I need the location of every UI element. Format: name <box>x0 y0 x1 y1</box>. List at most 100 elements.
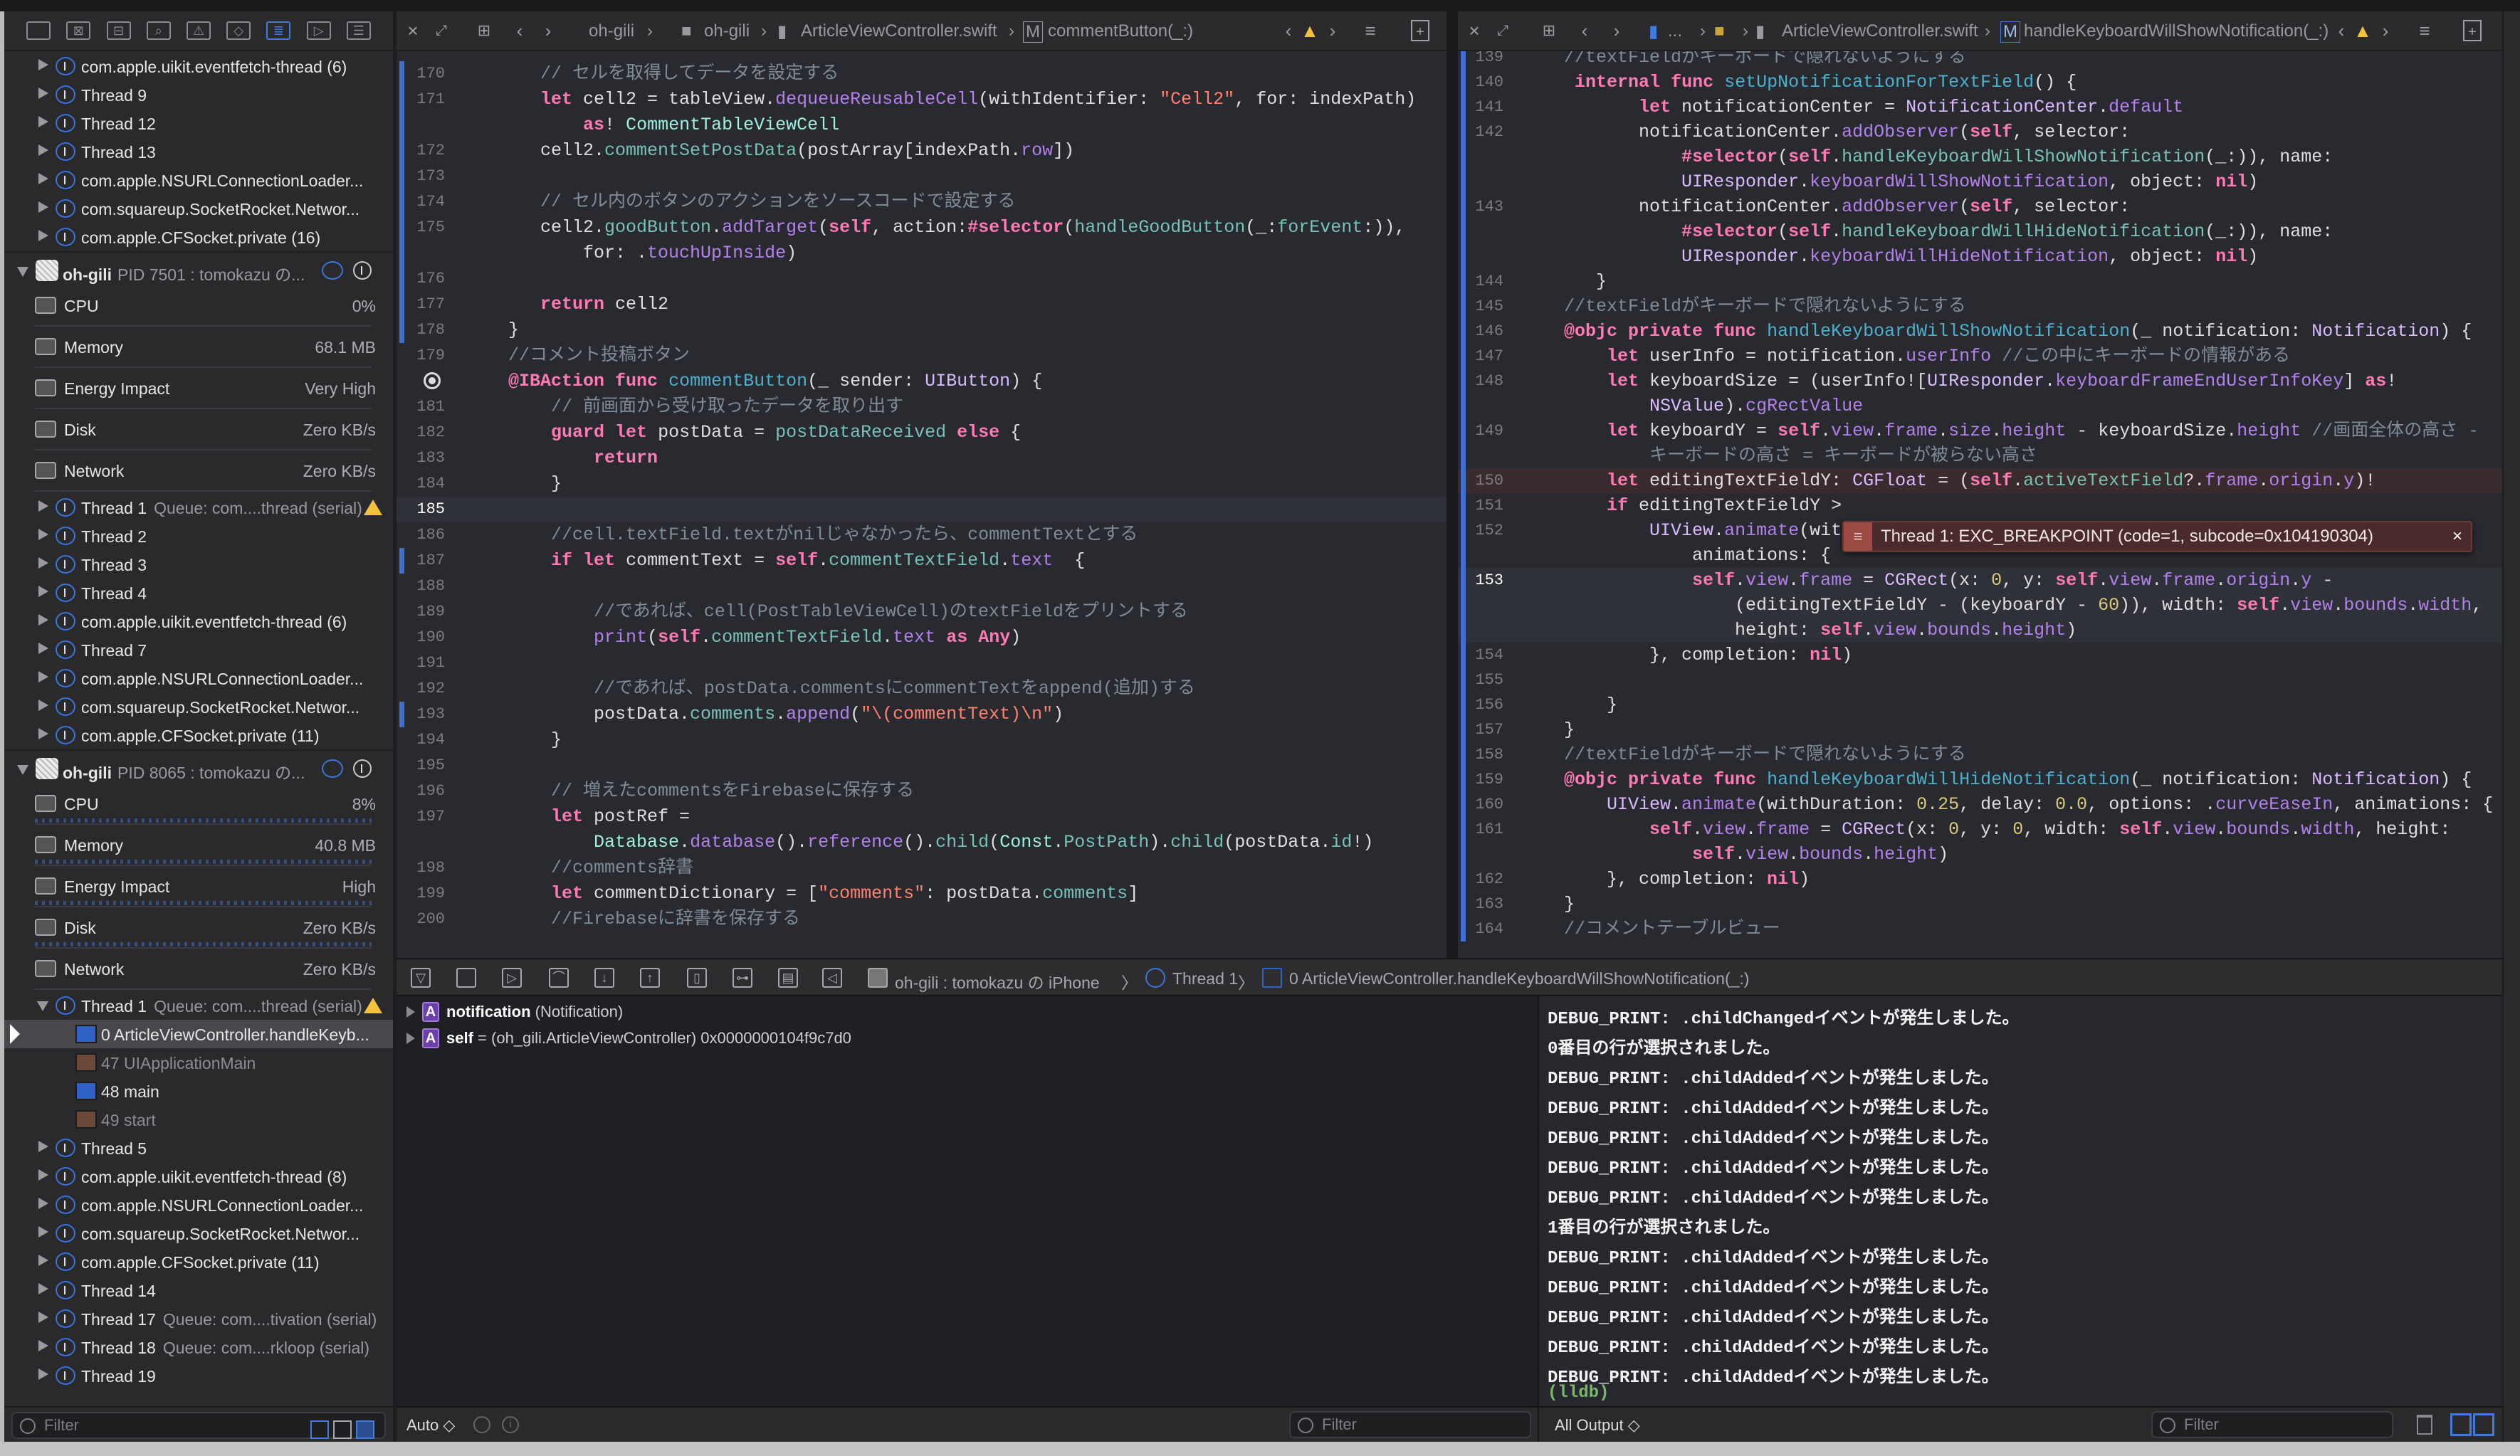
continue-icon[interactable]: ▷ <box>502 968 522 988</box>
code-line[interactable]: 195 <box>397 753 1447 779</box>
console-filter-input[interactable]: Filter <box>2151 1411 2393 1438</box>
warning-icon[interactable]: ▲ <box>1301 20 1319 41</box>
editor-options-icon[interactable]: ≡ <box>1361 20 1380 41</box>
disclosure-closed-icon[interactable] <box>38 671 48 682</box>
breadcrumb-collapsed[interactable]: ... <box>1668 21 1682 41</box>
code-line[interactable]: 171 let cell2 = tableView.dequeueReusabl… <box>397 87 1447 112</box>
code-line[interactable]: 154 }, completion: nil) <box>1458 643 2502 668</box>
disclosure-closed-icon[interactable] <box>38 614 48 626</box>
add-editor-icon[interactable]: + <box>2463 20 2482 41</box>
code-line[interactable]: キーボードの高さ = キーボードが被らない高さ <box>1458 443 2502 468</box>
pause-process-icon[interactable] <box>353 759 372 778</box>
disclosure-closed-icon[interactable] <box>38 643 48 654</box>
breakpoint-icon[interactable]: ▷ <box>306 21 331 40</box>
code-line[interactable]: 184 } <box>397 471 1447 497</box>
report-icon[interactable]: ☰ <box>346 21 371 40</box>
trash-icon[interactable] <box>2417 1415 2432 1435</box>
code-line[interactable]: self.view.bounds.height) <box>1458 842 2502 867</box>
breadcrumb-symbol[interactable]: handleKeyboardWillShowNotification(_:) <box>2024 21 2329 41</box>
code-line[interactable]: 176 <box>397 266 1447 292</box>
breakpoints-toggle-icon[interactable] <box>456 968 476 988</box>
code-line[interactable]: 160 UIView.animate(withDuration: 0.25, d… <box>1458 792 2502 817</box>
code-line[interactable]: 142 notificationCenter.addObserver(self,… <box>1458 120 2502 144</box>
back-chevron-icon[interactable]: ‹ <box>1575 20 1594 41</box>
thread-row[interactable]: Thread 4 <box>4 579 393 607</box>
disclosure-closed-icon[interactable] <box>406 1006 415 1018</box>
code-line[interactable]: height: self.view.bounds.height) <box>1458 618 2502 643</box>
output-selector[interactable]: All Output ◇ <box>1555 1416 1640 1435</box>
disclosure-closed-icon[interactable] <box>38 557 48 569</box>
breadcrumb-project[interactable]: oh-gili <box>589 21 634 41</box>
disclosure-closed-icon[interactable] <box>38 173 48 184</box>
disclosure-closed-icon[interactable] <box>38 230 48 241</box>
code-line[interactable]: 179 //コメント投稿ボタン <box>397 343 1447 369</box>
gauge-row-disk[interactable]: Disk Zero KB/s <box>4 411 393 452</box>
thread-row[interactable]: com.apple.uikit.eventfetch-thread (8) <box>4 1162 393 1191</box>
previous-issue-icon[interactable]: ‹ <box>2332 20 2351 41</box>
gauge-row-cpu[interactable]: CPU 0% <box>4 287 393 328</box>
variables-filter-input[interactable]: Filter <box>1289 1411 1531 1438</box>
code-line[interactable]: 164 //コメントテーブルビュー <box>1458 917 2502 941</box>
thread-row[interactable]: Thread 12 <box>4 109 393 137</box>
disclosure-closed-icon[interactable] <box>38 1283 48 1294</box>
code-line[interactable]: 158 //textFieldがキーボードで隠れないようにする <box>1458 742 2502 767</box>
code-line[interactable]: 141 let notificationCenter = Notificatio… <box>1458 95 2502 120</box>
warning-icon[interactable]: ▲ <box>2353 20 2372 41</box>
thread-row[interactable]: com.apple.NSURLConnectionLoader... <box>4 1191 393 1219</box>
thread-row[interactable]: Thread 2 <box>4 522 393 550</box>
disclosure-open-icon[interactable] <box>37 1001 48 1011</box>
code-line[interactable]: as! CommentTableViewCell <box>397 112 1447 138</box>
thread-row[interactable]: Thread 3 <box>4 550 393 579</box>
gauges-icon[interactable] <box>322 261 343 280</box>
disclosure-closed-icon[interactable] <box>38 1312 48 1323</box>
code-line[interactable]: 143 notificationCenter.addObserver(self,… <box>1458 194 2502 219</box>
related-items-grid-icon[interactable]: ⊞ <box>475 20 493 41</box>
code-line[interactable]: UIResponder.keyboardWillHideNotification… <box>1458 244 2502 269</box>
breadcrumb-file[interactable]: ArticleViewController.swift <box>1782 21 1978 41</box>
process-row[interactable]: oh-gili PID 8065 : tomokazu の... <box>4 749 393 785</box>
disclosure-closed-icon[interactable] <box>38 116 48 127</box>
disclosure-closed-icon[interactable] <box>406 1033 415 1044</box>
code-line[interactable]: UIResponder.keyboardWillShowNotification… <box>1458 169 2502 194</box>
view-hierarchy-icon[interactable]: ▯ <box>687 968 707 988</box>
code-line[interactable]: 156 } <box>1458 692 2502 717</box>
left-code-area[interactable]: 170 // セルを取得してデータを設定する 171 let cell2 = ta… <box>397 51 1447 958</box>
code-line[interactable]: 197 let postRef = <box>397 804 1447 830</box>
code-line[interactable]: 177 return cell2 <box>397 292 1447 317</box>
code-line[interactable]: 181 // 前画面から受け取ったデータを取り出す <box>397 394 1447 420</box>
breadcrumb-group[interactable]: oh-gili <box>704 21 750 41</box>
stack-frame-row[interactable]: 0 ArticleViewController.handleKeyb... <box>4 1020 393 1048</box>
code-line[interactable]: #selector(self.handleKeyboardWillShowNot… <box>1458 144 2502 169</box>
stack-frame-row[interactable]: 49 start <box>4 1105 393 1134</box>
expand-icon[interactable]: ⤢ <box>1493 20 1512 41</box>
code-line[interactable]: 190 print(self.commentTextField.text as … <box>397 625 1447 650</box>
code-line[interactable]: 189 //であれば、cell(PostTableViewCell)のtextF… <box>397 599 1447 625</box>
gauge-row-memory[interactable]: Memory 68.1 MB <box>4 328 393 369</box>
code-line[interactable]: 182 guard let postData = postDataReceive… <box>397 420 1447 445</box>
next-issue-icon[interactable]: › <box>1323 20 1342 41</box>
thread-row[interactable]: Thread 1 Queue: com....thread (serial) <box>4 991 393 1020</box>
thread-row[interactable]: com.squareup.SocketRocket.Networ... <box>4 692 393 721</box>
code-line[interactable]: Database.database().reference().child(Co… <box>397 830 1447 855</box>
code-line[interactable]: 161 self.view.frame = CGRect(x: 0, y: 0,… <box>1458 817 2502 842</box>
hide-debug-area-icon[interactable]: ▽ <box>411 968 431 988</box>
thread-row[interactable]: com.apple.uikit.eventfetch-thread (6) <box>4 52 393 80</box>
scrollbar[interactable] <box>2502 11 2520 1442</box>
code-line[interactable]: 173 <box>397 164 1447 189</box>
code-line[interactable]: 157} <box>1458 717 2502 742</box>
disclosure-closed-icon[interactable] <box>38 1226 48 1238</box>
code-line[interactable]: 162 }, completion: nil) <box>1458 867 2502 892</box>
thread-row[interactable]: com.apple.uikit.eventfetch-thread (6) <box>4 607 393 635</box>
code-line[interactable]: 145 //textFieldがキーボードで隠れないようにする <box>1458 294 2502 319</box>
code-line[interactable]: 187 if let commentText = self.commentTex… <box>397 548 1447 574</box>
add-editor-icon[interactable]: + <box>1411 20 1429 41</box>
gauges-icon[interactable] <box>322 759 343 778</box>
code-line[interactable]: 144 } <box>1458 269 2502 294</box>
disclosure-closed-icon[interactable] <box>38 728 48 739</box>
code-line[interactable]: 200 //Firebaseに辞書を保存する <box>397 907 1447 932</box>
close-editor-icon[interactable]: × <box>1465 20 1484 41</box>
thread-row[interactable]: Thread 1 Queue: com....thread (serial) <box>4 493 393 522</box>
code-line[interactable]: #selector(self.handleKeyboardWillHideNot… <box>1458 219 2502 244</box>
thread-row[interactable]: Thread 19 <box>4 1361 393 1390</box>
code-line[interactable]: 139 //textFieldがキーボードで隠れないようにする <box>1458 51 2502 70</box>
